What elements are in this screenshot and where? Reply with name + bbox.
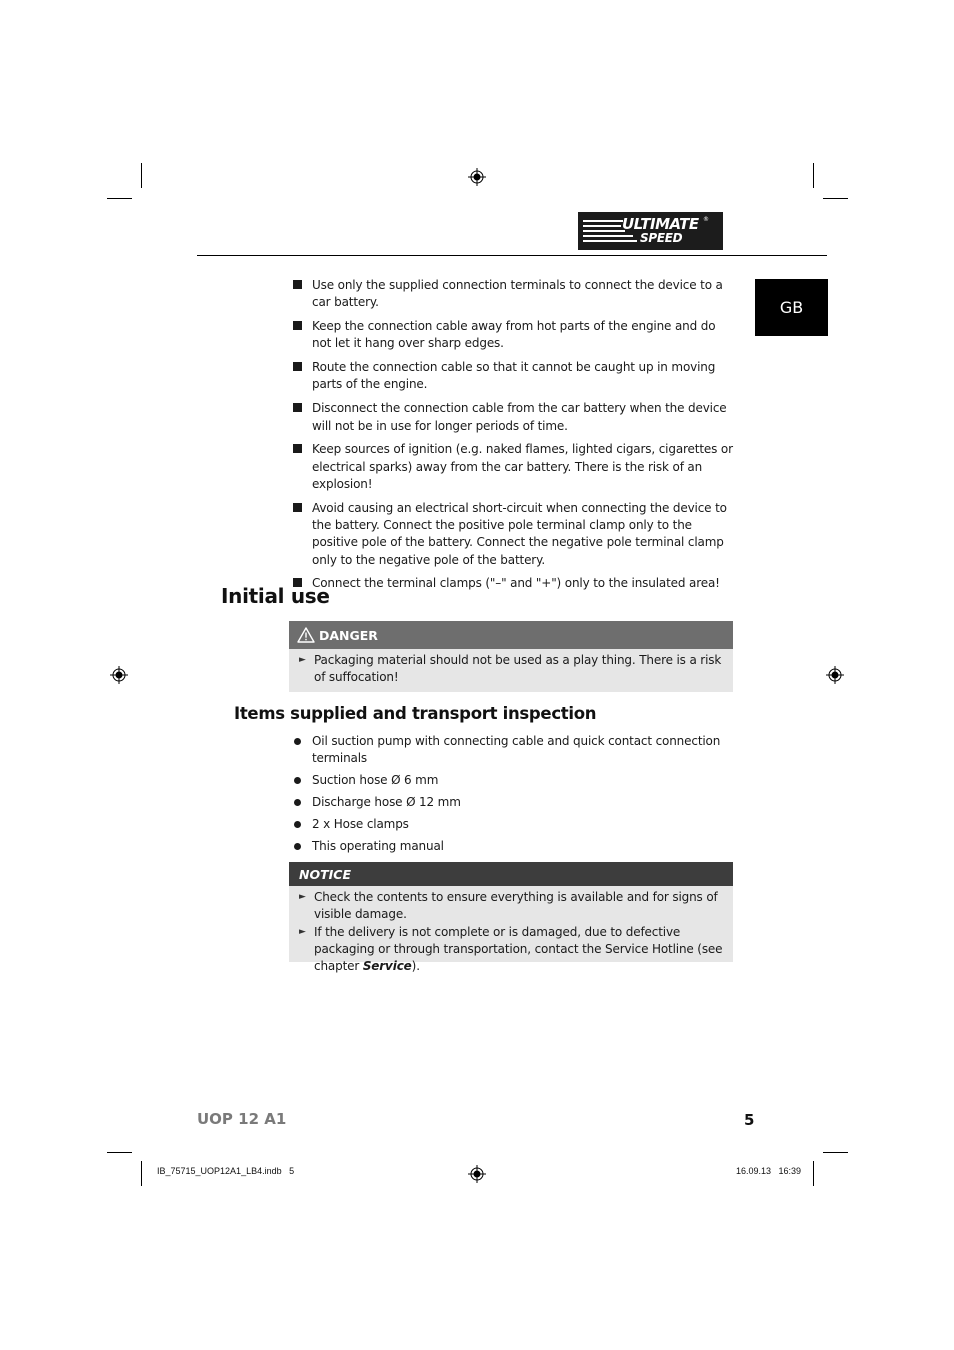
notice-item: ► Check the contents to ensure everything… [299,889,723,924]
dot-bullet-icon [294,738,301,745]
crop-mark [813,163,814,188]
slug-date: 16.09.13 16:39 [736,1166,802,1176]
list-item-text: Keep the connection cable away from hot … [312,319,716,351]
square-bullet-icon [293,321,302,331]
warning-triangle-icon [297,627,315,643]
registration-mark-icon [468,1165,486,1183]
registration-mark-icon [826,666,844,684]
danger-box: DANGER ► Packaging material should not be… [289,621,733,692]
registered-mark: ® [703,216,709,223]
list-item: Keep sources of ignition (e.g. naked fla… [293,441,738,493]
notice-box: NOTICE ► Check the contents to ensure eve… [289,862,733,973]
danger-label: DANGER [319,627,378,643]
registration-mark-icon [110,666,128,684]
notice-item-text: Check the contents to ensure everything … [314,890,718,922]
square-bullet-icon [293,502,302,512]
notice-item: ► If the delivery is not complete or is d… [299,924,723,976]
arrow-bullet-icon: ► [299,892,306,902]
header-rule [197,255,827,256]
model-number: UOP 12 A1 [197,1110,287,1128]
notice-label: NOTICE [299,866,351,882]
list-item: Oil suction pump with connecting cable a… [293,733,723,768]
dot-bullet-icon [294,777,301,785]
dot-bullet-icon [294,799,301,807]
square-bullet-icon [293,280,302,289]
list-item-text: This operating manual [312,839,444,854]
list-item: Connect the terminal clamps ("–" and "+"… [293,575,738,592]
square-bullet-icon [293,444,302,454]
dot-bullet-icon [294,843,301,851]
notice-body: ► Check the contents to ensure everything… [289,886,733,979]
notice-item-text-end: ). [411,959,420,974]
list-item: Suction hose Ø 6 mm [293,772,723,789]
list-item: Discharge hose Ø 12 mm [293,794,723,811]
page-number: 5 [744,1111,755,1129]
chapter-reference: Service [362,959,412,974]
list-item-text: Suction hose Ø 6 mm [312,773,439,788]
dot-bullet-icon [294,821,301,829]
list-item-text: Oil suction pump with connecting cable a… [312,734,721,766]
arrow-bullet-icon: ► [299,655,306,665]
list-item: Use only the supplied connection termina… [293,277,738,312]
list-item-text: Discharge hose Ø 12 mm [312,795,461,810]
items-supplied-list: Oil suction pump with connecting cable a… [293,733,723,860]
logo-text-speed: SPEED [640,231,683,245]
crop-mark [813,1161,814,1186]
section-title-initial-use: Initial use [221,584,330,608]
arrow-bullet-icon: ► [299,926,306,937]
list-item: Avoid causing an electrical short-circui… [293,500,738,569]
language-tab-label: GB [779,298,804,317]
danger-item: ► Packaging material should not be used a… [299,652,723,687]
list-item-text: Route the connection cable so that it ca… [312,360,716,392]
crop-mark [141,163,142,188]
registration-mark-icon [468,168,486,186]
crop-mark [823,198,848,199]
list-item-text: Connect the terminal clamps ("–" and "+"… [312,576,720,591]
safety-list: Use only the supplied connection termina… [293,277,738,599]
list-item: 2 x Hose clamps [293,816,723,833]
list-item: Disconnect the connection cable from the… [293,400,738,435]
list-item-text: 2 x Hose clamps [312,817,409,832]
crop-mark [107,1152,132,1153]
crop-mark [107,198,132,199]
danger-item-text: Packaging material should not be used as… [314,653,722,685]
square-bullet-icon [293,362,302,372]
list-item: Route the connection cable so that it ca… [293,359,738,394]
list-item-text: Keep sources of ignition (e.g. naked fla… [312,442,733,491]
list-item: Keep the connection cable away from hot … [293,318,738,353]
section-title-items-supplied: Items supplied and transport inspection [234,704,597,723]
brand-logo: ULTIMATE SPEED ® [578,212,723,250]
crop-mark [141,1161,142,1186]
list-item: This operating manual [293,838,723,855]
list-item-text: Disconnect the connection cable from the… [312,401,727,433]
list-item-text: Avoid causing an electrical short-circui… [312,500,727,567]
danger-header: DANGER [289,621,733,649]
slug-filename: IB_75715_UOP12A1_LB4.indb 5 [157,1166,295,1176]
notice-header: NOTICE [289,862,733,886]
list-item-text: Use only the supplied connection termina… [312,278,723,310]
square-bullet-icon [293,403,302,413]
danger-body: ► Packaging material should not be used a… [289,649,733,691]
crop-mark [823,1152,848,1153]
language-tab: GB [755,279,828,336]
